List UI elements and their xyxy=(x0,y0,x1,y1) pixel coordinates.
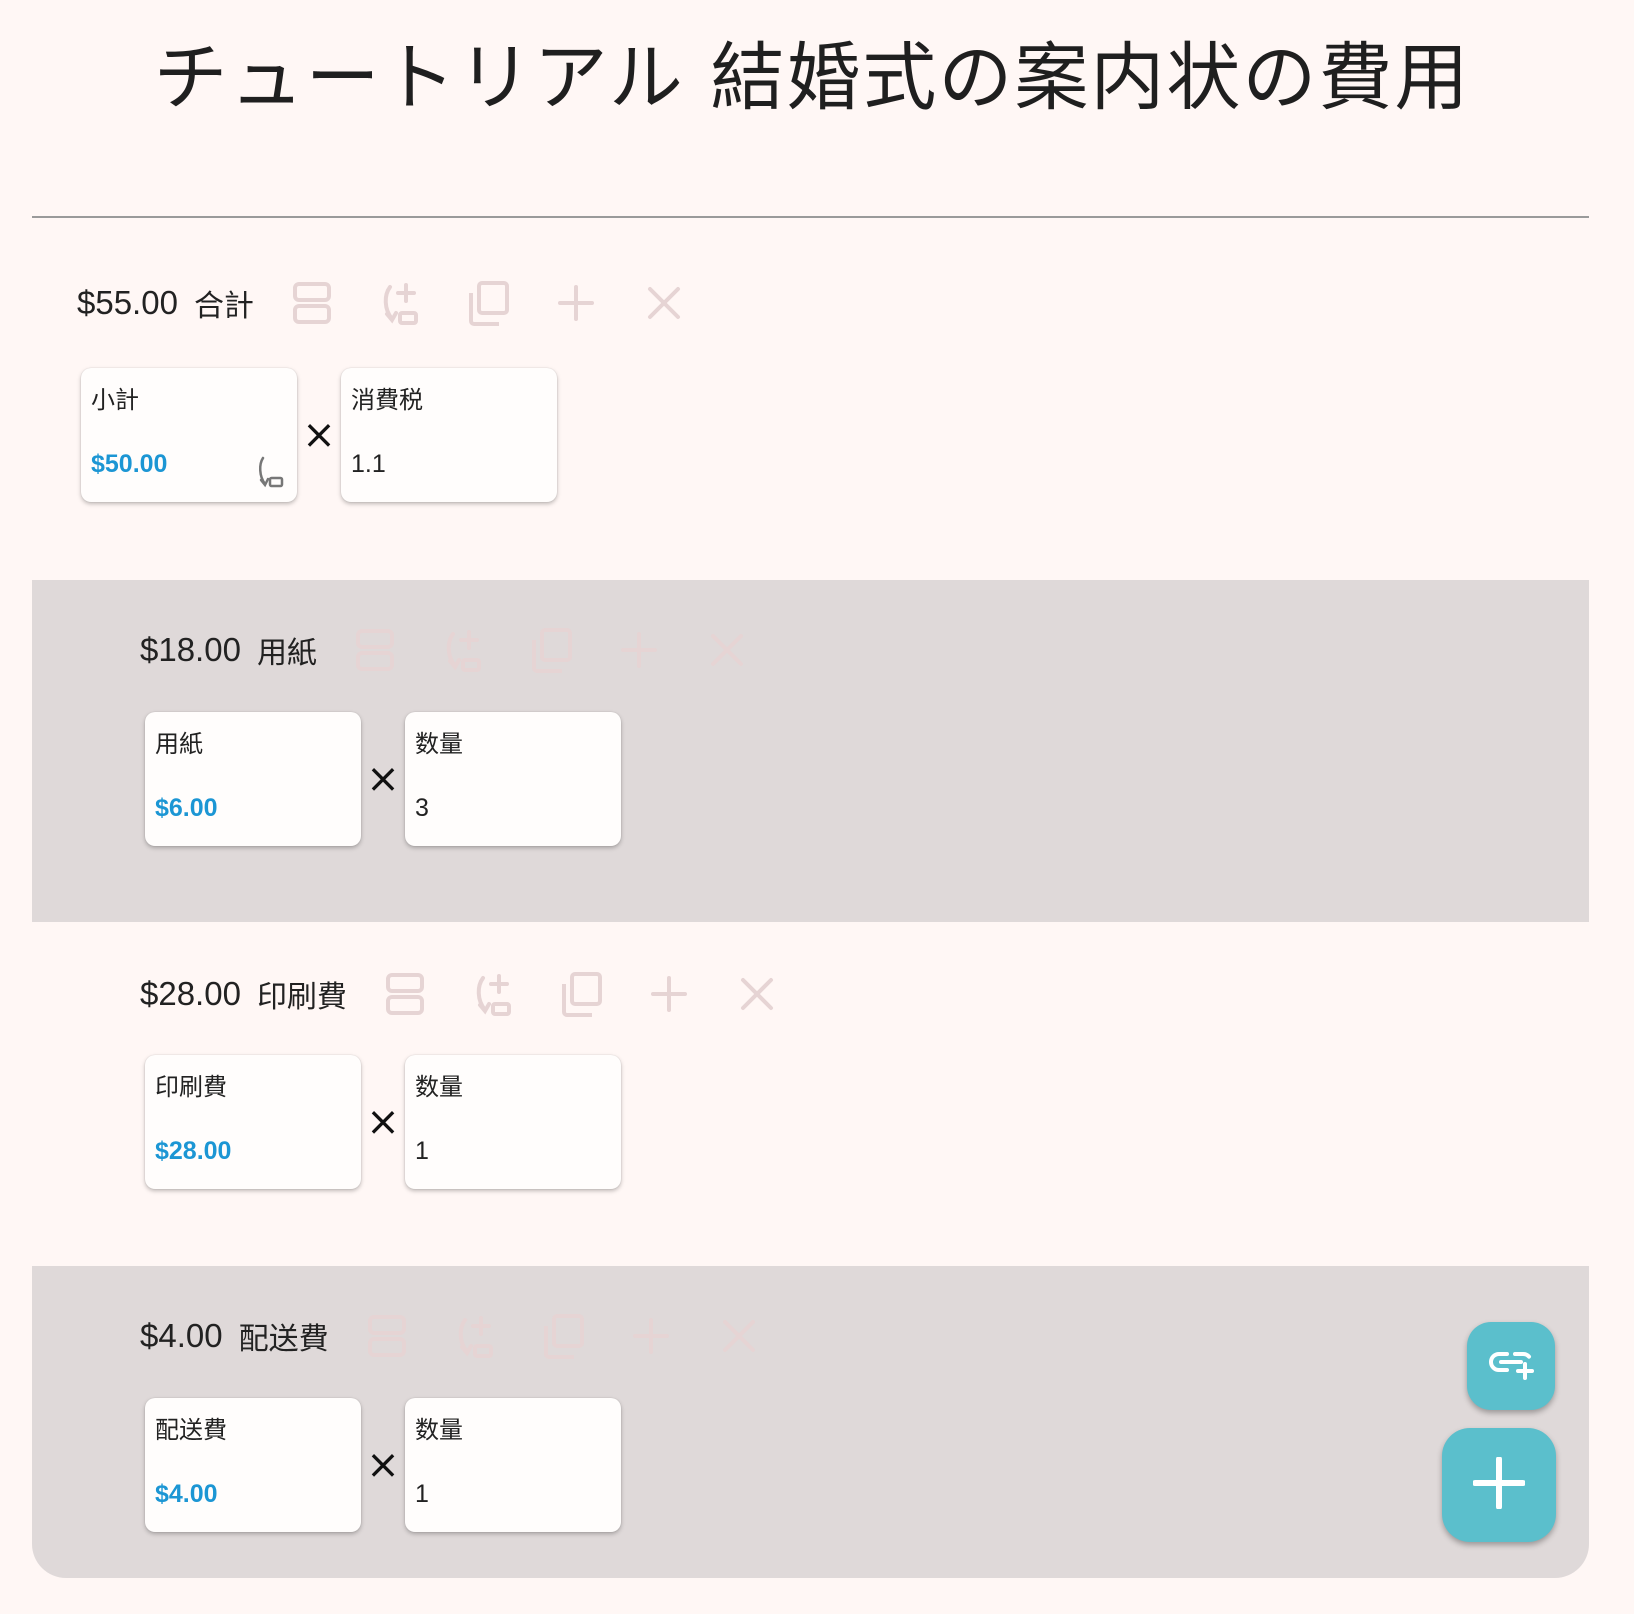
close-icon xyxy=(735,970,779,1018)
operand-label: 用紙 xyxy=(155,730,203,758)
multiply-operator: × xyxy=(366,756,400,802)
section-header: $55.00 合計 xyxy=(77,275,686,331)
duplicate-button[interactable] xyxy=(466,279,510,327)
operand-value: 1 xyxy=(415,1137,429,1165)
operand-label: 数量 xyxy=(415,1073,463,1101)
link-add-button[interactable] xyxy=(471,970,515,1018)
link-add-icon xyxy=(441,626,485,674)
split-icon xyxy=(290,279,334,327)
add-button[interactable] xyxy=(554,279,598,327)
section-toolbar xyxy=(353,626,749,674)
operand-value: $50.00 xyxy=(91,450,168,478)
section-printing: $28.00 印刷費 印刷費 $28.00 × 数量 1 xyxy=(32,922,1589,1266)
section-total: $55.00 合計 小計 $50.00 × 消費税 1.1 xyxy=(32,218,1589,570)
link-add-icon xyxy=(471,970,515,1018)
section-header: $28.00 印刷費 xyxy=(140,966,779,1022)
duplicate-button[interactable] xyxy=(541,1312,585,1360)
split-icon xyxy=(365,1312,409,1360)
formula-row: 配送費 $4.00 × 数量 1 xyxy=(145,1398,621,1532)
page-title: チュートリアル 結婚式の案内状の費用 xyxy=(153,35,1471,121)
add-button[interactable] xyxy=(617,626,661,674)
operand-card-quantity[interactable]: 数量 1 xyxy=(405,1055,621,1189)
copy-icon xyxy=(466,279,510,327)
operand-value: $4.00 xyxy=(155,1480,218,1508)
plus-icon xyxy=(1472,1456,1526,1513)
operand-card-tax[interactable]: 消費税 1.1 xyxy=(341,368,557,502)
operand-label: 印刷費 xyxy=(155,1073,227,1101)
section-amount: $4.00 xyxy=(140,1317,223,1354)
operand-label: 数量 xyxy=(415,730,463,758)
operand-card-quantity[interactable]: 数量 3 xyxy=(405,712,621,846)
operand-card-subtotal[interactable]: 小計 $50.00 xyxy=(81,368,297,502)
plus-icon xyxy=(617,626,661,674)
section-name[interactable]: 合計 xyxy=(194,281,254,325)
section-toolbar xyxy=(290,279,686,327)
add-item-button[interactable] xyxy=(1442,1428,1556,1542)
operand-label: 消費税 xyxy=(351,386,423,414)
plus-icon xyxy=(629,1312,673,1360)
split-icon xyxy=(383,970,427,1018)
delete-button[interactable] xyxy=(717,1312,761,1360)
section-header: $4.00 配送費 xyxy=(140,1308,761,1364)
duplicate-button[interactable] xyxy=(559,970,603,1018)
add-button[interactable] xyxy=(629,1312,673,1360)
multiply-operator: × xyxy=(366,1099,400,1145)
delete-button[interactable] xyxy=(705,626,749,674)
link-add-button[interactable] xyxy=(441,626,485,674)
close-icon xyxy=(642,279,686,327)
formula-row: 印刷費 $28.00 × 数量 1 xyxy=(145,1055,621,1189)
operand-label: 小計 xyxy=(91,386,139,414)
split-button[interactable] xyxy=(353,626,397,674)
copy-icon xyxy=(559,970,603,1018)
operand-card-quantity[interactable]: 数量 1 xyxy=(405,1398,621,1532)
linked-value-icon[interactable] xyxy=(255,454,285,490)
add-button[interactable] xyxy=(647,970,691,1018)
formula-row: 用紙 $6.00 × 数量 3 xyxy=(145,712,621,846)
close-icon xyxy=(705,626,749,674)
section-amount: $28.00 xyxy=(140,975,241,1012)
section-header: $18.00 用紙 xyxy=(140,622,749,678)
link-add-button[interactable] xyxy=(378,279,422,327)
split-button[interactable] xyxy=(290,279,334,327)
delete-button[interactable] xyxy=(735,970,779,1018)
operand-label: 数量 xyxy=(415,1416,463,1444)
section-name[interactable]: 用紙 xyxy=(257,628,317,672)
add-link-button[interactable] xyxy=(1467,1322,1555,1410)
operand-card[interactable]: 印刷費 $28.00 xyxy=(145,1055,361,1189)
section-toolbar xyxy=(383,970,779,1018)
link-add-button[interactable] xyxy=(453,1312,497,1360)
delete-button[interactable] xyxy=(642,279,686,327)
split-button[interactable] xyxy=(383,970,427,1018)
close-icon xyxy=(717,1312,761,1360)
add-link-icon xyxy=(1487,1346,1535,1386)
multiply-operator: × xyxy=(302,412,336,458)
plus-icon xyxy=(647,970,691,1018)
duplicate-button[interactable] xyxy=(529,626,573,674)
split-icon xyxy=(353,626,397,674)
section-name[interactable]: 配送費 xyxy=(239,1314,329,1358)
section-amount: $18.00 xyxy=(140,631,241,668)
copy-icon xyxy=(541,1312,585,1360)
operand-value: 3 xyxy=(415,794,429,822)
section-shipping: $4.00 配送費 配送費 $4.00 × 数量 1 xyxy=(32,1266,1589,1578)
operand-card[interactable]: 配送費 $4.00 xyxy=(145,1398,361,1532)
multiply-operator: × xyxy=(366,1442,400,1488)
split-button[interactable] xyxy=(365,1312,409,1360)
section-paper: $18.00 用紙 用紙 $6.00 × 数量 3 xyxy=(32,580,1589,922)
plus-icon xyxy=(554,279,598,327)
operand-card[interactable]: 用紙 $6.00 xyxy=(145,712,361,846)
operand-label: 配送費 xyxy=(155,1416,227,1444)
section-amount: $55.00 xyxy=(77,284,178,321)
section-toolbar xyxy=(365,1312,761,1360)
link-add-icon xyxy=(453,1312,497,1360)
copy-icon xyxy=(529,626,573,674)
link-add-icon xyxy=(378,279,422,327)
operand-value: $28.00 xyxy=(155,1137,232,1165)
operand-value: 1 xyxy=(415,1480,429,1508)
section-name[interactable]: 印刷費 xyxy=(257,972,347,1016)
operand-value: 1.1 xyxy=(351,450,386,478)
operand-value: $6.00 xyxy=(155,794,218,822)
formula-row: 小計 $50.00 × 消費税 1.1 xyxy=(81,368,557,502)
